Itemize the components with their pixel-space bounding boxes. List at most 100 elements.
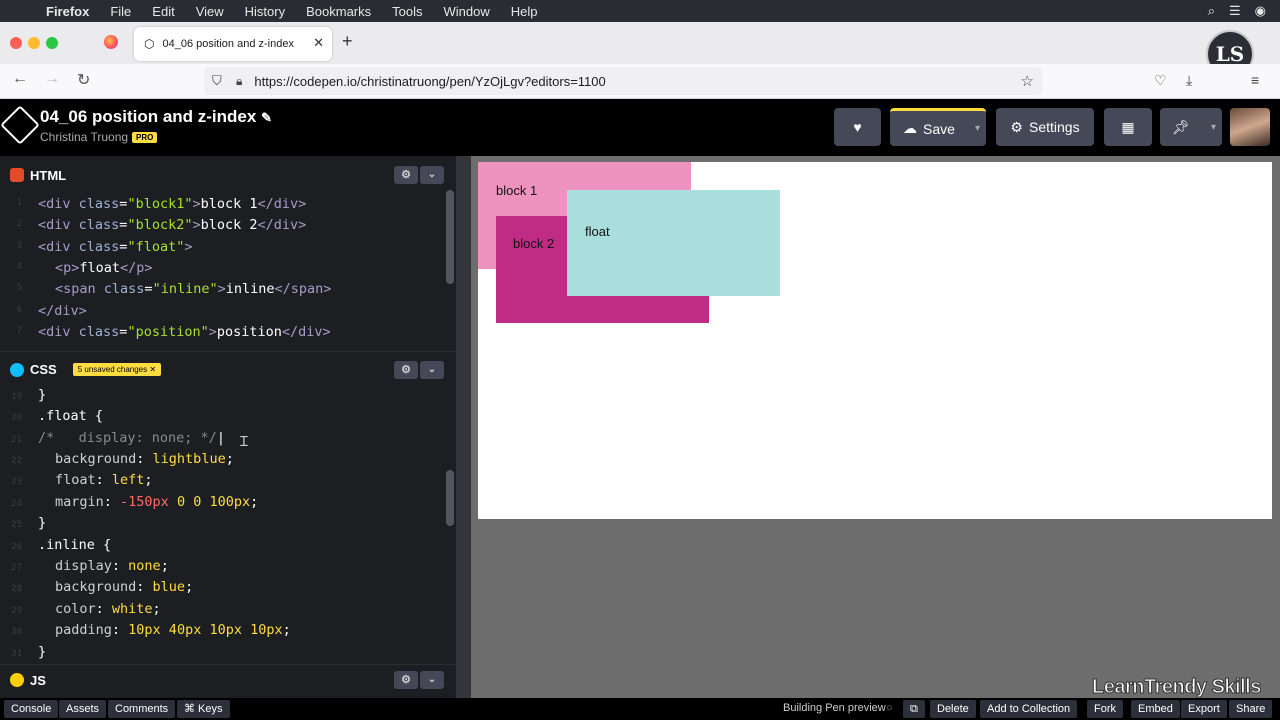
assets-button[interactable]: Assets — [59, 700, 107, 718]
navigation-bar: ← → ↻ ⛉ 🔒︎ https://codepen.io/christinat… — [0, 64, 1280, 99]
resize-handle[interactable] — [456, 156, 471, 720]
pin-dropdown-icon[interactable]: ▾ — [1211, 122, 1216, 133]
add-to-collection-button[interactable]: Add to Collection — [980, 700, 1078, 718]
keys-button[interactable]: ⌘ Keys — [177, 700, 230, 718]
css-scrollbar[interactable] — [446, 470, 454, 526]
css-code-editor[interactable]: 19 } 20 .float { 21 /* display: none; */… — [0, 387, 456, 663]
html-scrollbar[interactable] — [446, 190, 454, 284]
menu-tools[interactable]: Tools — [392, 4, 422, 19]
code-line[interactable]: background: blue; — [55, 579, 193, 595]
line-number: 26 — [11, 542, 22, 552]
code-line[interactable]: float: left; — [55, 472, 153, 488]
menu-firefox[interactable]: Firefox — [46, 4, 89, 19]
downloads-icon[interactable]: ⤓ — [1186, 72, 1192, 89]
pin-button[interactable]: 📌︎ ▾ — [1160, 108, 1222, 146]
menu-bookmarks[interactable]: Bookmarks — [306, 4, 371, 19]
spotlight-search-icon[interactable]: ⌕ — [1208, 3, 1215, 19]
new-tab-icon[interactable]: + — [342, 31, 353, 52]
code-line[interactable]: <div class="position">position</div> — [38, 324, 331, 340]
pen-author[interactable]: Christina Truong PRO — [40, 130, 158, 144]
console-button[interactable]: Console — [4, 700, 59, 718]
control-center-icon[interactable]: ☰ — [1229, 3, 1241, 19]
zoom-window-button[interactable] — [46, 37, 58, 49]
firefox-view-icon[interactable] — [104, 35, 118, 49]
footer-bar: Console Assets Comments ⌘ Keys Building … — [0, 698, 1280, 720]
shield-icon[interactable]: ⛉ — [212, 73, 226, 89]
code-line[interactable]: color: white; — [55, 601, 161, 617]
app-menu-icon[interactable]: ≡ — [1251, 72, 1259, 88]
menu-history[interactable]: History — [245, 4, 285, 19]
line-number: 21 — [11, 435, 22, 445]
url-text[interactable]: https://codepen.io/christinatruong/pen/Y… — [254, 74, 605, 89]
build-status: Building Pen preview — [783, 702, 886, 714]
save-button[interactable]: ☁ Save ▾ — [890, 108, 986, 146]
export-button[interactable]: Export — [1181, 700, 1227, 718]
menu-view[interactable]: View — [196, 4, 224, 19]
reload-icon[interactable]: ↻ — [77, 70, 90, 90]
menu-edit[interactable]: Edit — [152, 4, 174, 19]
html-code-editor[interactable]: 1 <div class="block1">block 1</div> 2 <d… — [0, 193, 456, 350]
html-icon — [10, 168, 24, 182]
heart-icon: ♥ — [853, 119, 862, 135]
unsaved-changes-badge[interactable]: 5 unsaved changes ✕ — [72, 363, 162, 376]
text-cursor-icon: Ɪ — [240, 434, 248, 450]
css-collapse-icon[interactable]: ⌄ — [420, 361, 444, 379]
bookmark-star-icon[interactable]: ☆ — [1021, 72, 1034, 90]
close-tab-icon[interactable]: ✕ — [313, 35, 324, 51]
code-line[interactable]: /* display: none; */| — [38, 430, 225, 446]
forward-icon[interactable]: → — [44, 70, 60, 88]
pen-title[interactable]: 04_06 position and z-index ✎ — [40, 107, 272, 127]
js-collapse-icon[interactable]: ⌄ — [420, 671, 444, 689]
html-collapse-icon[interactable]: ⌄ — [420, 166, 444, 184]
comments-button[interactable]: Comments — [108, 700, 176, 718]
js-settings-icon[interactable]: ⚙ — [394, 671, 418, 689]
code-line[interactable]: padding: 10px 40px 10px 10px; — [55, 622, 291, 638]
codepen-logo-icon[interactable] — [0, 105, 40, 145]
menu-file[interactable]: File — [110, 4, 131, 19]
lock-icon[interactable]: 🔒︎ — [236, 74, 242, 89]
code-line[interactable]: background: lightblue; — [55, 451, 234, 467]
html-settings-icon[interactable]: ⚙ — [394, 166, 418, 184]
love-button[interactable]: ♥ — [834, 108, 881, 146]
edit-pencil-icon[interactable]: ✎ — [261, 110, 272, 125]
url-bar[interactable]: ⛉ 🔒︎ https://codepen.io/christinatruong/… — [204, 67, 1042, 95]
css-icon — [10, 362, 24, 377]
minimize-window-button[interactable] — [28, 37, 40, 49]
embed-button[interactable]: Embed — [1131, 700, 1180, 718]
code-line[interactable]: } — [38, 515, 46, 531]
line-number: 23 — [11, 477, 22, 487]
close-window-button[interactable] — [10, 37, 22, 49]
code-line[interactable]: <p>float</p> — [55, 260, 153, 276]
code-line[interactable]: <span class="inline">inline</span> — [55, 281, 331, 297]
code-line[interactable]: <div class="block2">block 2</div> — [38, 217, 306, 233]
share-button[interactable]: Share — [1229, 700, 1273, 718]
menu-help[interactable]: Help — [511, 4, 538, 19]
author-name[interactable]: Christina Truong — [40, 130, 128, 144]
delete-button[interactable]: Delete — [930, 700, 976, 718]
fork-button[interactable]: Fork — [1087, 700, 1123, 718]
preview-frame[interactable]: block 1 block 2 float — [478, 162, 1272, 519]
save-dropdown-icon[interactable]: ▾ — [975, 123, 980, 134]
code-line[interactable]: .inline { — [38, 537, 111, 553]
menu-window[interactable]: Window — [444, 4, 490, 19]
code-line[interactable]: } — [38, 644, 46, 660]
code-line[interactable]: } — [38, 387, 46, 403]
open-external-icon[interactable]: ⧉ — [903, 700, 925, 718]
css-settings-icon[interactable]: ⚙ — [394, 361, 418, 379]
line-number: 20 — [11, 413, 22, 423]
browser-tab[interactable]: ⬡ 04_06 position and z-index ✕ — [134, 27, 332, 61]
pocket-icon[interactable]: ♡ — [1154, 72, 1167, 89]
user-avatar[interactable] — [1230, 108, 1270, 146]
code-line[interactable]: <div class="block1">block 1</div> — [38, 196, 306, 212]
code-line[interactable]: margin: -150px 0 0 100px; — [55, 494, 258, 510]
status-spinner-icon: ○ — [886, 702, 893, 714]
code-line[interactable]: <div class="float"> — [38, 239, 192, 255]
code-line[interactable]: display: none; — [55, 558, 169, 574]
settings-button[interactable]: ⚙ Settings — [996, 108, 1094, 146]
code-line[interactable]: </div> — [38, 303, 87, 319]
back-icon[interactable]: ← — [12, 70, 28, 88]
line-number: 19 — [11, 392, 22, 402]
siri-icon[interactable]: ◉ — [1255, 3, 1266, 19]
change-view-button[interactable]: ▦ — [1104, 108, 1152, 146]
code-line[interactable]: .float { — [38, 408, 103, 424]
